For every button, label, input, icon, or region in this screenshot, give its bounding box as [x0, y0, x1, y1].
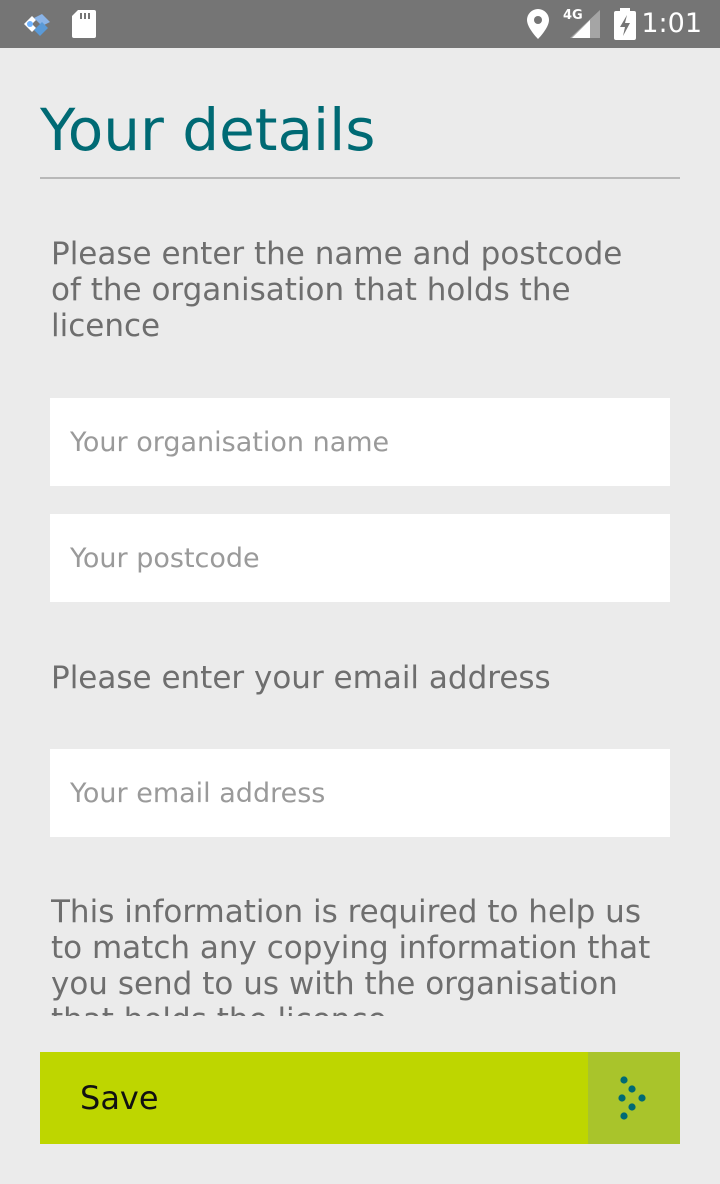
status-time: 1:01 [641, 8, 702, 39]
signal-icon [570, 10, 600, 38]
app-notification-icon [24, 14, 50, 36]
email-input[interactable] [50, 749, 670, 837]
title-divider [40, 177, 680, 179]
dotted-arrow-icon [618, 1076, 646, 1120]
postcode-input[interactable] [50, 514, 670, 602]
location-icon [527, 9, 549, 39]
save-button[interactable]: Save [40, 1052, 680, 1144]
info-text: This information is required to help us … [51, 894, 651, 1016]
page-title: Your details [40, 96, 376, 164]
sd-card-icon [72, 10, 96, 38]
organisation-prompt: Please enter the name and postcode of th… [51, 236, 623, 344]
save-arrow-area [588, 1052, 680, 1144]
save-button-label: Save [80, 1079, 159, 1117]
organisation-name-input[interactable] [50, 398, 670, 486]
email-prompt: Please enter your email address [51, 660, 551, 696]
battery-charging-icon [614, 8, 636, 40]
info-text-scroll-area[interactable]: This information is required to help us … [51, 894, 671, 1016]
status-bar: 4G 1:01 [0, 0, 720, 48]
